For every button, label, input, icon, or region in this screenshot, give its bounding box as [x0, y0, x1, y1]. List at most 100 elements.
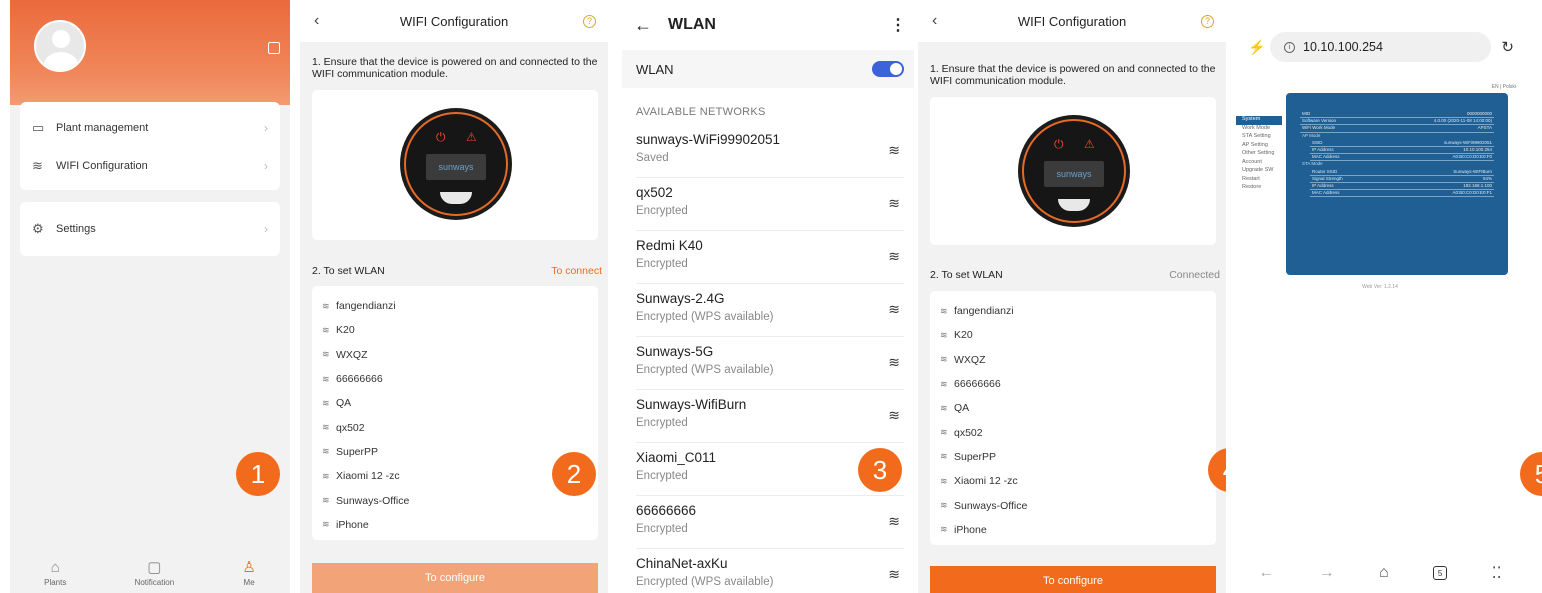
network-item[interactable]: ≋ K20 — [312, 318, 598, 342]
network-item[interactable]: ChinaNet-axKu Encrypted (WPS available) ≋ — [636, 550, 904, 593]
wlan-switch[interactable] — [872, 61, 904, 77]
network-item[interactable]: 66666666 Encrypted ≋ — [636, 497, 904, 549]
step-badge-3: 3 — [858, 448, 902, 492]
network-status: Encrypted — [636, 470, 688, 482]
user-icon: ♙ — [242, 559, 256, 576]
network-item[interactable]: qx502 Encrypted ≋ — [636, 179, 904, 231]
network-item[interactable]: ≋ WXQZ — [312, 343, 598, 367]
tab-me[interactable]: ♙ Me — [242, 558, 255, 587]
connection-status[interactable]: To connect — [551, 265, 602, 277]
web-nav-item[interactable]: Restore — [1236, 184, 1282, 193]
to-configure-button[interactable]: To configure — [930, 566, 1216, 593]
network-item[interactable]: ≋ qx502 — [312, 415, 598, 439]
network-item[interactable]: ≋ fangendianzi — [312, 294, 598, 318]
settings-card: ⚙ Settings › — [20, 202, 280, 256]
network-item[interactable]: ≋ K20 — [930, 323, 1216, 347]
network-name: qx502 — [954, 426, 983, 439]
home-icon[interactable]: ⌂ — [1379, 564, 1389, 582]
tab-plants[interactable]: ⌂ Plants — [44, 559, 66, 587]
help-icon[interactable]: ? — [583, 14, 596, 28]
plant-management-item[interactable]: ▭ Plant management › — [32, 110, 268, 146]
reload-icon[interactable]: ↻ — [1501, 38, 1514, 56]
network-item[interactable]: Redmi K40 Encrypted ≋ — [636, 232, 904, 284]
web-nav-item[interactable]: Other Setting — [1236, 150, 1282, 159]
network-item[interactable]: Sunways-5G Encrypted (WPS available) ≋ — [636, 338, 904, 390]
avatar[interactable] — [34, 20, 86, 72]
menu-dots-icon[interactable]: ⁚⁚ — [1492, 563, 1502, 583]
wifi-icon: ≋ — [940, 378, 948, 389]
back-icon[interactable]: ‹ — [932, 12, 937, 30]
network-name: iPhone — [336, 518, 369, 531]
step-badge-2: 2 — [552, 452, 596, 496]
wifi-icon: ≋ — [322, 397, 330, 408]
network-item[interactable]: Sunways-2.4G Encrypted (WPS available) ≋ — [636, 285, 904, 337]
menu-label: WIFI Configuration — [56, 160, 148, 172]
web-nav-item[interactable]: System — [1236, 116, 1282, 125]
network-item[interactable]: ≋ qx502 — [930, 420, 1216, 444]
tab-count-button[interactable]: 5 — [1433, 566, 1448, 580]
device-screen: sunways — [1044, 161, 1104, 187]
network-item[interactable]: ≋ WXQZ — [930, 348, 1216, 372]
network-item[interactable]: ≋ 66666666 — [312, 367, 598, 391]
warning-icon: ⚠ — [466, 130, 477, 144]
network-item[interactable]: ≋ iPhone — [312, 513, 598, 537]
step1-text: 1. Ensure that the device is powered on … — [930, 63, 1216, 87]
network-item[interactable]: ≋ Sunways-Office — [930, 493, 1216, 517]
network-item[interactable]: ≋ iPhone — [930, 518, 1216, 542]
wifi-icon: ≋ — [322, 446, 330, 457]
info-row: Signal Strength 94% — [1310, 176, 1494, 183]
info-row: Router SSID Sunways-WIFIBurn — [1310, 169, 1494, 176]
network-item[interactable]: Sunways-WifiBurn Encrypted ≋ — [636, 391, 904, 443]
web-nav-item[interactable]: AP Setting — [1236, 142, 1282, 151]
android-wlan-screen: ← WLAN ⋮ WLAN AVAILABLE NETWORKS sunways… — [622, 0, 914, 593]
forward-arrow-icon[interactable]: → — [1319, 564, 1335, 582]
tab-notification[interactable]: ▢ Notification — [135, 558, 175, 587]
url-field[interactable]: i 10.10.100.254 — [1270, 32, 1492, 62]
web-nav-item[interactable]: STA Setting — [1236, 133, 1282, 142]
network-item[interactable]: sunways-WiFi99902051 Saved ≋ — [636, 126, 904, 178]
to-configure-button[interactable]: To configure — [312, 563, 598, 593]
network-item[interactable]: ≋ Xiaomi 12 -zc — [930, 469, 1216, 493]
network-item[interactable]: ≋ fangendianzi — [930, 299, 1216, 323]
settings-item[interactable]: ⚙ Settings › — [32, 211, 268, 247]
web-nav-item[interactable]: Account — [1236, 159, 1282, 168]
web-nav-item[interactable]: Restart — [1236, 176, 1282, 185]
back-arrow-icon[interactable]: ← — [634, 15, 652, 36]
network-item[interactable]: ≋ SuperPP — [930, 445, 1216, 469]
back-icon[interactable]: ‹ — [314, 12, 319, 30]
network-name: fangendianzi — [336, 300, 396, 313]
top-bar: ‹ WIFI Configuration ? — [918, 0, 1226, 42]
menu-card: ▭ Plant management › ≋ WIFI Configuratio… — [20, 102, 280, 190]
inverter-device-image: ⏻ ⚠ sunways — [404, 112, 508, 216]
inverter-device-image: ⏻ ⚠ sunways — [1022, 119, 1126, 223]
profile-header — [10, 0, 290, 105]
info-icon[interactable]: i — [1284, 41, 1295, 53]
wifi-icon: ≋ — [940, 402, 948, 413]
network-item[interactable]: ≋ QA — [930, 396, 1216, 420]
network-item[interactable]: ≋ Sunways-Office — [312, 488, 598, 512]
network-item[interactable]: ≋ QA — [312, 391, 598, 415]
toggle-label: WLAN — [636, 61, 674, 77]
page-title: WIFI Configuration — [1017, 13, 1127, 29]
wifi-signal-icon: ≋ — [888, 142, 900, 158]
wifi-icon: ≋ — [322, 422, 330, 433]
wifi-signal-icon: ≋ — [888, 195, 900, 211]
web-nav-item[interactable]: Upgrade SW — [1236, 167, 1282, 176]
network-list: ≋ fangendianzi ≋ K20 ≋ WXQZ ≋ 66666666 ≋ QA ≋ qx502… — [312, 286, 598, 540]
wlan-toggle-row: WLAN — [622, 50, 914, 88]
help-icon[interactable]: ? — [1201, 14, 1214, 28]
device-screen: sunways — [426, 154, 486, 180]
web-nav-item[interactable]: Work Mode — [1236, 125, 1282, 134]
back-arrow-icon[interactable]: ← — [1258, 564, 1274, 582]
more-icon[interactable]: ⋮ — [890, 15, 906, 35]
language-switch[interactable]: EN | Polski — [1492, 84, 1516, 90]
device-button — [440, 192, 472, 204]
network-name: Sunways-Office — [954, 499, 1028, 512]
info-value: 0000000000 — [1466, 111, 1492, 116]
network-item[interactable]: ≋ 66666666 — [930, 372, 1216, 396]
bolt-icon[interactable]: ⚡ — [1244, 39, 1270, 56]
wifi-configuration-item[interactable]: ≋ WIFI Configuration › — [32, 148, 268, 184]
edit-icon[interactable] — [268, 42, 280, 54]
info-value: APSTA — [1477, 125, 1492, 131]
network-name: Xiaomi_C011 — [636, 450, 717, 465]
